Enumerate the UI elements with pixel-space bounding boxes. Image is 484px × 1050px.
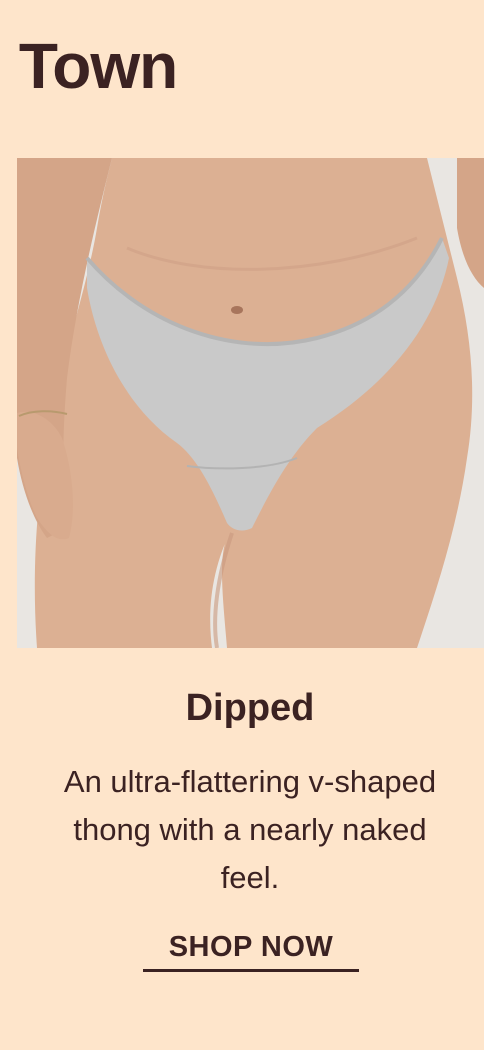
product-photo-illustration — [17, 158, 484, 648]
product-title: Dipped — [185, 687, 315, 729]
product-description: An ultra-flattering v-shaped thong with … — [63, 764, 437, 895]
promo-page: n Town Dippe — [0, 0, 484, 1050]
shop-now-link[interactable]: SHOP NOW — [143, 930, 359, 972]
section-headline: n Town — [0, 30, 178, 102]
product-image[interactable] — [17, 158, 484, 648]
